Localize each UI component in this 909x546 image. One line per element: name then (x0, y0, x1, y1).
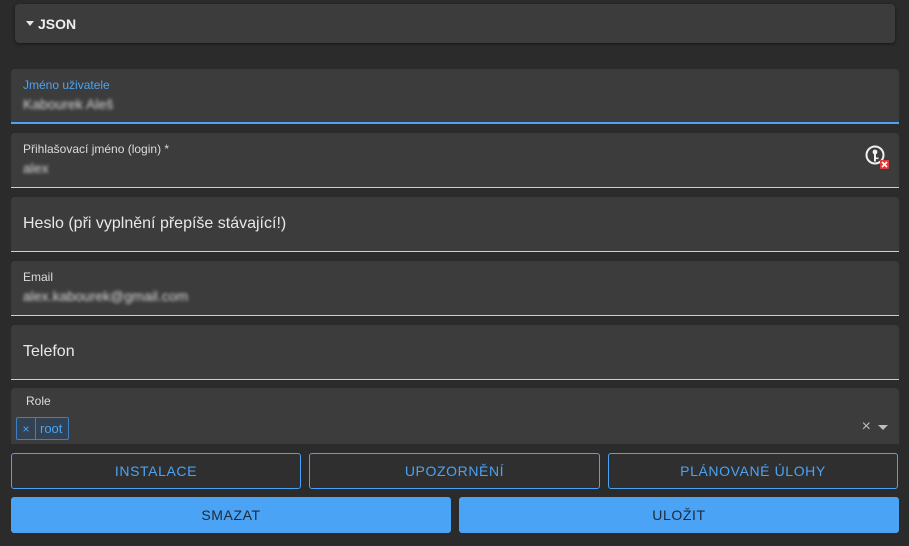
notifications-button[interactable]: UPOZORNĚNÍ (309, 453, 600, 489)
install-button[interactable]: INSTALACE (11, 453, 301, 489)
role-chip-root: × root (16, 417, 70, 440)
login-field[interactable]: Přihlašovací jméno (login) * alex (11, 133, 899, 188)
login-label: Přihlašovací jméno (login) * (23, 142, 170, 156)
password-placeholder: Heslo (při vyplnění přepíše stávající!) (23, 215, 287, 232)
user-name-label: Jméno uživatele (23, 78, 110, 92)
role-select[interactable]: Role × root × (11, 388, 899, 444)
email-label: Email (23, 270, 54, 284)
user-name-field[interactable]: Jméno uživatele Kabourek Aleš (11, 69, 899, 124)
delete-button[interactable]: SMAZAT (11, 497, 451, 533)
caret-down-icon (26, 21, 34, 26)
chevron-down-icon[interactable] (878, 425, 888, 430)
user-name-value[interactable]: Kabourek Aleš (23, 96, 113, 112)
json-panel-title: JSON (38, 15, 77, 32)
role-label: Role (26, 394, 51, 408)
chip-remove-icon[interactable]: × (17, 418, 36, 439)
key-remove-icon[interactable] (865, 145, 889, 169)
role-chip-label: root (40, 421, 63, 436)
password-field[interactable]: Heslo (při vyplnění přepíše stávající!) (11, 197, 899, 252)
save-button[interactable]: ULOŽIT (459, 497, 899, 533)
email-value[interactable]: alex.kabourek@gmail.com (23, 288, 188, 304)
login-value[interactable]: alex (23, 160, 49, 176)
phone-placeholder: Telefon (23, 343, 75, 360)
json-expansion-panel[interactable]: JSON (15, 4, 895, 43)
clear-icon[interactable]: × (862, 418, 871, 436)
phone-field[interactable]: Telefon (11, 325, 899, 380)
scheduled-tasks-button[interactable]: PLÁNOVANÉ ÚLOHY (608, 453, 898, 489)
email-field[interactable]: Email alex.kabourek@gmail.com (11, 261, 899, 316)
